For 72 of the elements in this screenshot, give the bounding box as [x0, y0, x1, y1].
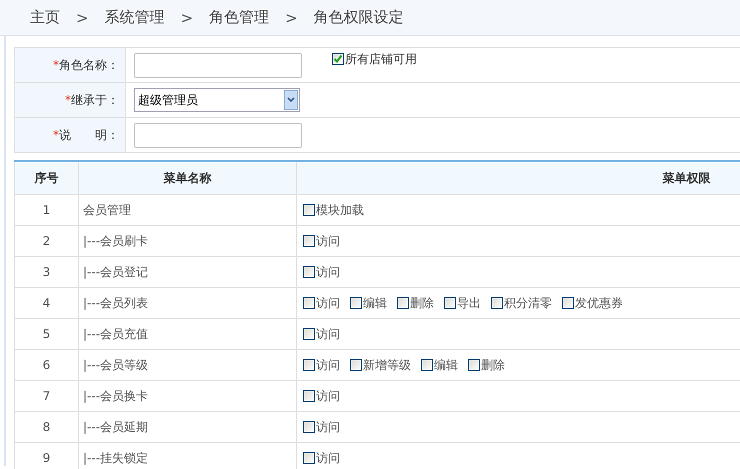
checkbox[interactable] [491, 297, 503, 309]
checkbox[interactable] [397, 297, 409, 309]
required-mark: * [53, 128, 59, 142]
required-mark: * [65, 92, 71, 106]
breadcrumb-separator: > [180, 8, 194, 26]
checkbox-label: 所有店铺可用 [345, 50, 417, 68]
checkbox[interactable] [303, 452, 315, 464]
checkbox-label: 模块加载 [316, 202, 364, 218]
required-mark: * [53, 58, 59, 72]
column-header: 菜单名称 [78, 161, 296, 194]
input-field[interactable] [134, 122, 302, 148]
breadcrumb-link[interactable]: 角色权限设定 [314, 8, 404, 27]
checkbox-label: 编辑 [434, 356, 458, 374]
table-cell: 会员管理 [78, 194, 296, 226]
checkbox-label: 新增等级 [363, 356, 411, 374]
breadcrumb-separator: > [285, 8, 298, 26]
breadcrumb-link[interactable]: 主页 [30, 8, 60, 27]
table-cell: |---会员列表 [78, 288, 296, 318]
table-cell: 7 [14, 380, 78, 412]
table-cell: |---会员充值 [78, 318, 296, 350]
checkbox[interactable] [303, 204, 315, 216]
checkbox[interactable] [303, 297, 315, 309]
table-cell: 6 [14, 350, 78, 380]
checkbox[interactable] [303, 266, 315, 278]
checkbox-label: 删除 [410, 294, 434, 312]
checkbox-label: 积分清零 [504, 294, 552, 312]
table-cell: 3 [14, 256, 78, 288]
checkbox[interactable] [444, 297, 456, 309]
column-header: 序号 [14, 161, 78, 194]
checkbox-label: 访问 [316, 356, 340, 374]
checkbox-label: 访问 [316, 388, 340, 404]
field-label: 说 明： [59, 128, 119, 142]
select-field[interactable]: 超级管理员 [134, 88, 300, 112]
column-header: 菜单权限 [296, 161, 740, 194]
field-label: 继承于： [71, 92, 119, 106]
input-field[interactable] [134, 52, 302, 78]
checkbox[interactable] [303, 235, 315, 247]
table-cell: 8 [14, 412, 78, 442]
checkbox-label: 访问 [316, 294, 340, 312]
checkbox[interactable] [303, 328, 315, 340]
checkbox[interactable] [562, 297, 574, 309]
checkbox[interactable] [421, 359, 433, 371]
table-cell: 2 [14, 226, 78, 256]
breadcrumb-link[interactable]: 角色管理 [209, 8, 270, 27]
table-cell: |---会员换卡 [78, 380, 296, 412]
checkbox-label: 编辑 [363, 294, 387, 312]
table-cell: 9 [14, 442, 78, 469]
checkbox[interactable] [332, 53, 344, 65]
checkbox-label: 删除 [481, 356, 505, 374]
breadcrumb-link[interactable]: 系统管理 [104, 8, 165, 27]
checkbox-label: 访问 [316, 264, 340, 280]
checkbox-label: 访问 [316, 418, 340, 436]
table-cell: 4 [14, 288, 78, 318]
checkbox[interactable] [350, 359, 362, 371]
checkbox[interactable] [303, 359, 315, 371]
checkbox[interactable] [468, 359, 480, 371]
checkbox-label: 访问 [316, 232, 340, 250]
checkbox-label: 访问 [316, 450, 340, 466]
table-cell: |---会员刷卡 [78, 226, 296, 256]
checkbox[interactable] [303, 390, 315, 402]
checkbox[interactable] [303, 421, 315, 433]
checkbox-label: 导出 [457, 294, 481, 312]
field-label: 角色名称： [59, 58, 119, 72]
checkbox-label: 访问 [316, 326, 340, 342]
table-cell: |---会员延期 [78, 412, 296, 442]
table-cell: |---会员等级 [78, 350, 296, 380]
checkbox[interactable] [350, 297, 362, 309]
checkbox-label: 发优惠券 [575, 294, 623, 312]
table-cell: 5 [14, 318, 78, 350]
table-cell: |---会员登记 [78, 256, 296, 288]
table-cell: 1 [14, 194, 78, 226]
breadcrumb-separator: > [76, 8, 89, 26]
